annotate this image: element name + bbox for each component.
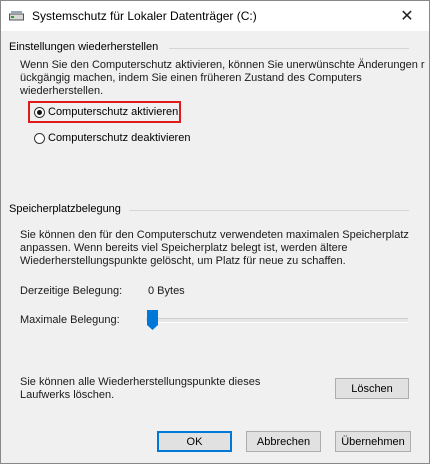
close-button[interactable]: ✕	[385, 1, 429, 31]
close-icon: ✕	[400, 8, 414, 25]
radio-disable-protection[interactable]: Computerschutz deaktivieren	[34, 130, 190, 146]
ok-button[interactable]: OK	[157, 431, 232, 452]
current-usage-label: Derzeitige Belegung:	[20, 285, 123, 297]
system-protection-dialog: Systemschutz für Lokaler Datenträger (C:…	[0, 0, 430, 464]
group-divider	[169, 48, 409, 49]
max-usage-slider-thumb[interactable]	[147, 310, 158, 330]
apply-button[interactable]: Übernehmen	[335, 431, 411, 452]
max-usage-label: Maximale Belegung:	[20, 314, 120, 326]
delete-button[interactable]: Löschen	[335, 378, 409, 399]
restore-description: Wenn Sie den Computerschutz aktivieren, …	[20, 59, 425, 97]
window-title: Systemschutz für Lokaler Datenträger (C:…	[32, 9, 257, 23]
restore-group-title: Einstellungen wiederherstellen	[9, 41, 159, 53]
cancel-button[interactable]: Abbrechen	[246, 431, 321, 452]
storage-group-title: Speicherplatzbelegung	[9, 203, 121, 215]
radio-enable-protection[interactable]: Computerschutz aktivieren	[34, 104, 178, 120]
max-usage-slider-track[interactable]	[146, 318, 408, 323]
radio-selected-icon[interactable]	[34, 106, 45, 118]
storage-description: Sie können den für den Computerschutz ve…	[20, 229, 409, 267]
radio-unselected-icon[interactable]	[34, 132, 45, 144]
radio-label: Computerschutz deaktivieren	[48, 132, 191, 144]
radio-label: Computerschutz aktivieren	[48, 106, 179, 118]
group-divider	[129, 210, 409, 211]
title-bar: Systemschutz für Lokaler Datenträger (C:…	[1, 1, 429, 31]
current-usage-value: 0 Bytes	[148, 285, 185, 297]
drive-icon	[9, 11, 24, 21]
